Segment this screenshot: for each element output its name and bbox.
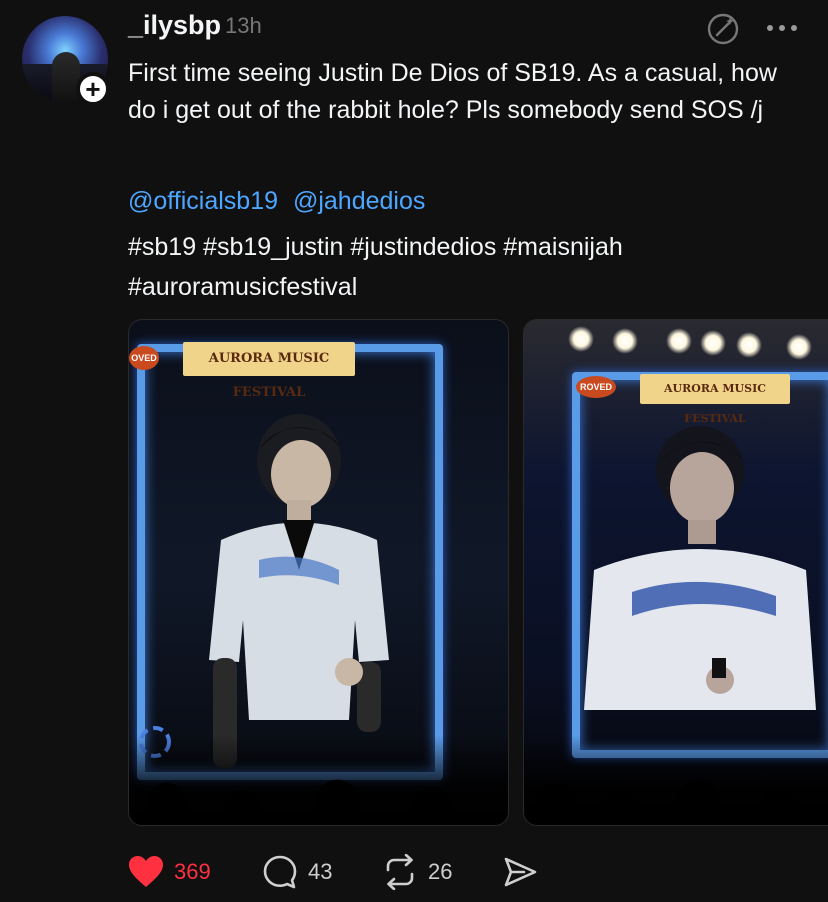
repost-count: 26 [428,859,453,884]
post-time: 13h [225,13,262,38]
stage-light [736,332,762,358]
crowd-silhouette [524,735,828,825]
more-icon[interactable] [766,23,798,33]
stage-light [666,328,692,354]
reply-count: 43 [308,859,333,884]
follow-button[interactable]: + [76,72,110,106]
hashtags[interactable]: #sb19 #sb19_justin #justindedios #maisni… [128,227,808,307]
post-text: First time seeing Justin De Dios of SB19… [128,59,777,124]
thread-post: + _ilysbp 13h First time seeing Justin D… [0,0,828,902]
post-photo[interactable]: AURORA MUSIC FESTIVAL ROVED [523,319,828,826]
festival-banner: AURORA MUSIC FESTIVAL [183,342,355,400]
plus-icon: + [85,74,101,104]
stage-light [700,330,726,356]
stage-light [612,328,638,354]
repost-icon [386,854,414,890]
like-count: 369 [174,859,211,884]
post-photo[interactable]: AURORA MUSIC FESTIVAL OVED [128,319,509,826]
comment-icon [263,855,297,889]
crowd-silhouette [129,735,508,825]
mention-link[interactable]: @jahdedios [293,187,425,215]
stage-light [568,326,594,352]
stamp-badge: OVED [129,346,159,370]
performer-figure [584,426,816,710]
share-button[interactable] [502,852,538,892]
mention-link[interactable]: @officialsb19 [128,187,278,215]
repost-button[interactable]: 26 [382,852,452,892]
like-button[interactable]: 369 [128,852,211,892]
festival-banner: AURORA MUSIC FESTIVAL [640,374,790,425]
reply-button[interactable]: 43 [262,852,332,892]
stamp-badge: ROVED [576,376,616,398]
heart-icon [129,856,163,887]
share-icon [504,857,537,887]
avatar-figure [52,52,80,102]
mentions-line: @officialsb19 @jahdedios [128,187,425,216]
ai-sparkle-icon[interactable] [706,12,740,46]
username[interactable]: _ilysbp [128,10,221,41]
stage-light [786,334,812,360]
